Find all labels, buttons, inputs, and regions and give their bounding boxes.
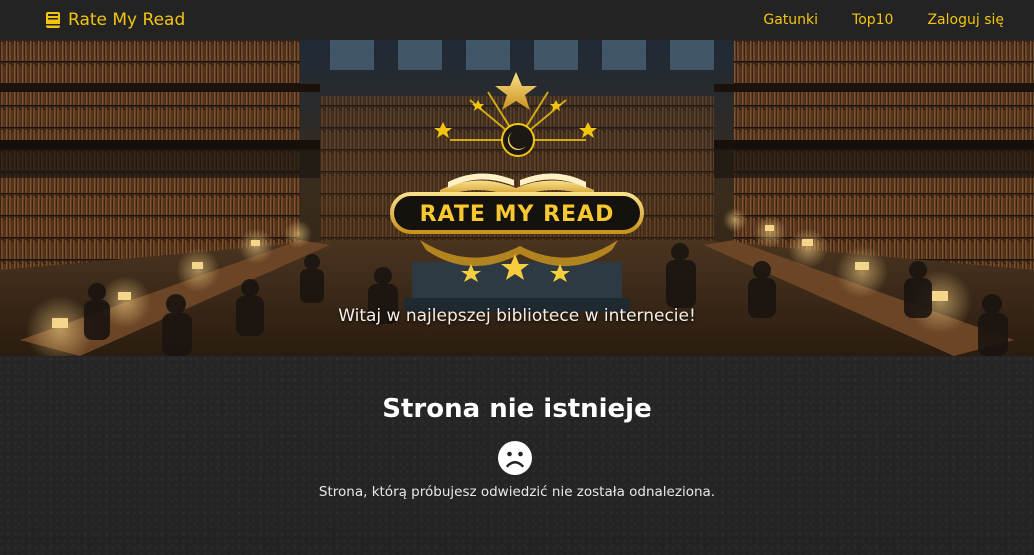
svg-text:RATE MY READ: RATE MY READ [420,202,615,227]
sad-face-icon [498,441,532,475]
hero-banner: RATE MY READ Witaj w najlepszej bibliote… [0,40,1034,356]
nav-link-login[interactable]: Zaloguj się [927,12,1004,28]
nav-link-top10[interactable]: Top10 [852,12,893,28]
error-section: Strona nie istnieje Strona, którą próbuj… [0,356,1034,555]
brand-name: Rate My Read [68,10,186,30]
brand-link[interactable]: Rate My Read [44,10,185,30]
hero-caption: Witaj w najlepszej bibliotece w internec… [338,306,696,326]
book-icon [44,11,62,29]
error-message: Strona, którą próbujesz odwiedzić nie zo… [318,484,716,500]
nav-links: Gatunki Top10 Zaloguj się [763,12,1004,28]
error-title: Strona nie istnieje [382,394,652,424]
navbar: Rate My Read Gatunki Top10 Zaloguj się [0,0,1034,40]
nav-link-genres[interactable]: Gatunki [763,12,818,28]
